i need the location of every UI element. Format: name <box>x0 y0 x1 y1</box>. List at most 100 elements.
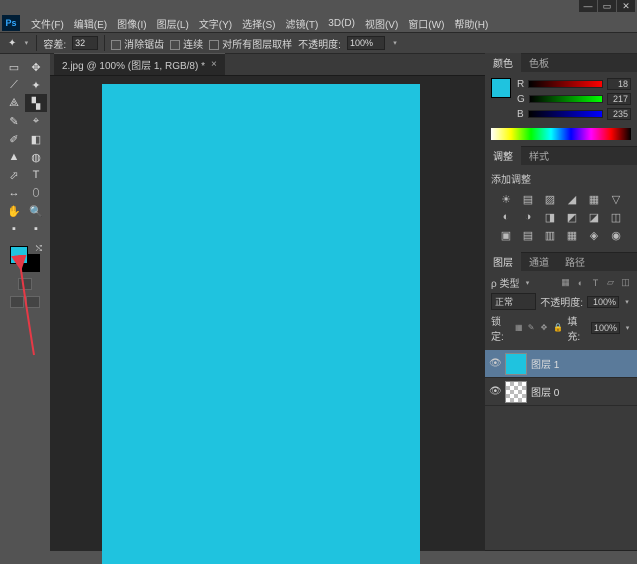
r-value[interactable]: 18 <box>607 78 631 90</box>
opacity-input[interactable] <box>347 36 385 50</box>
tool-spot-heal[interactable]: ✎ <box>3 112 25 130</box>
adjustment-icon-3[interactable]: ◢ <box>564 192 580 206</box>
tool-shape[interactable]: 🔍 <box>25 202 47 220</box>
tool-blur[interactable]: ⬀ <box>3 166 25 184</box>
swap-colors-icon[interactable]: ⤭ <box>36 244 42 254</box>
close-button[interactable]: ✕ <box>617 0 635 12</box>
tool-history-brush[interactable]: ◧ <box>25 130 47 148</box>
color-swatch[interactable]: ⤭ <box>10 246 40 272</box>
tool-zoom[interactable]: ▪ <box>25 220 47 238</box>
tool-brush[interactable]: ⌖ <box>25 112 47 130</box>
blend-mode-dropdown[interactable]: 正常 <box>491 293 536 310</box>
tab-paths[interactable]: 路径 <box>557 252 593 271</box>
menu-layer[interactable]: 图层(L) <box>152 16 194 31</box>
tool-move[interactable]: ▭ <box>3 58 25 76</box>
quickmask-button[interactable] <box>18 278 32 290</box>
g-value[interactable]: 217 <box>607 93 631 105</box>
adjustment-icon-11[interactable]: ◫ <box>608 210 624 224</box>
layer-thumbnail[interactable] <box>505 353 527 375</box>
filter-shape-icon[interactable]: ▱ <box>605 277 616 288</box>
layer-opacity-dd[interactable]: ▾ <box>623 296 631 308</box>
layer-thumbnail[interactable] <box>505 381 527 403</box>
screen-mode-button[interactable] <box>10 296 24 308</box>
filter-smart-icon[interactable]: ◫ <box>620 277 631 288</box>
menu-select[interactable]: 选择(S) <box>237 16 280 31</box>
filter-adjust-icon[interactable]: ◐ <box>575 277 586 288</box>
tab-adjustments[interactable]: 调整 <box>485 146 521 165</box>
layer-row[interactable]: 👁图层 1 <box>485 350 637 378</box>
adjustment-icon-7[interactable]: ◑ <box>520 210 536 224</box>
filter-type-icon[interactable]: T <box>590 277 601 288</box>
adjustment-icon-5[interactable]: ▽ <box>608 192 624 206</box>
lock-position-icon[interactable]: ✥ <box>541 323 550 333</box>
adjustment-icon-6[interactable]: ◐ <box>498 210 514 224</box>
adjustment-icon-8[interactable]: ◨ <box>542 210 558 224</box>
tool-clone[interactable]: ✐ <box>3 130 25 148</box>
tool-lasso[interactable]: ⟋ <box>3 76 25 94</box>
tool-hand[interactable]: ▪ <box>3 220 25 238</box>
adjustment-icon-15[interactable]: ▦ <box>564 228 580 242</box>
adjustment-icon-14[interactable]: ▥ <box>542 228 558 242</box>
lock-pixels-icon[interactable]: ✎ <box>528 323 537 333</box>
tool-magic-wand[interactable]: ✦ <box>25 76 47 94</box>
g-slider[interactable] <box>529 95 603 103</box>
visibility-icon[interactable]: 👁 <box>489 358 501 369</box>
menu-3d[interactable]: 3D(D) <box>323 18 360 29</box>
color-picker-swatch[interactable] <box>491 78 511 98</box>
tool-rect-marquee[interactable]: ✥ <box>25 58 47 76</box>
b-value[interactable]: 235 <box>607 108 631 120</box>
tool-preset-dropdown[interactable]: ▾ <box>22 37 30 49</box>
b-slider[interactable] <box>528 110 603 118</box>
opacity-dropdown[interactable]: ▾ <box>391 37 399 49</box>
adjustment-icon-0[interactable]: ☀ <box>498 192 514 206</box>
tolerance-input[interactable] <box>72 36 98 50</box>
tab-color[interactable]: 颜色 <box>485 53 521 72</box>
tool-eraser[interactable]: ▲ <box>3 148 25 166</box>
tab-channels[interactable]: 通道 <box>521 252 557 271</box>
maximize-button[interactable]: ▭ <box>598 0 616 12</box>
adjustment-icon-1[interactable]: ▤ <box>520 192 536 206</box>
adjustment-icon-9[interactable]: ◩ <box>564 210 580 224</box>
minimize-button[interactable]: — <box>579 0 597 12</box>
foreground-color[interactable] <box>10 246 28 264</box>
lock-all-icon[interactable]: 🔒 <box>553 323 563 333</box>
visibility-icon[interactable]: 👁 <box>489 386 501 397</box>
tab-swatches[interactable]: 色板 <box>521 53 557 72</box>
tool-pen[interactable]: ↔ <box>3 184 25 202</box>
adjustment-icon-17[interactable]: ◉ <box>608 228 624 242</box>
layer-kind-dropdown[interactable]: ▾ <box>523 277 531 289</box>
tool-dodge[interactable]: T <box>25 166 47 184</box>
layer-row[interactable]: 👁图层 0 <box>485 378 637 406</box>
menu-window[interactable]: 窗口(W) <box>403 16 449 31</box>
r-slider[interactable] <box>528 80 603 88</box>
all-layers-checkbox[interactable] <box>209 40 219 50</box>
filter-pixel-icon[interactable]: ▦ <box>560 277 571 288</box>
color-spectrum[interactable] <box>491 128 631 140</box>
adjustment-icon-12[interactable]: ▣ <box>498 228 514 242</box>
menu-type[interactable]: 文字(Y) <box>194 16 237 31</box>
tool-eyedropper[interactable]: ▚ <box>25 94 47 112</box>
fill-value[interactable]: 100% <box>591 322 620 334</box>
tool-crop[interactable]: ⟁ <box>3 94 25 112</box>
adjustment-icon-13[interactable]: ▤ <box>520 228 536 242</box>
adjustment-icon-4[interactable]: ▦ <box>586 192 602 206</box>
close-tab-icon[interactable]: × <box>211 59 217 70</box>
menu-edit[interactable]: 编辑(E) <box>69 16 112 31</box>
menu-file[interactable]: 文件(F) <box>26 16 69 31</box>
adjustment-icon-16[interactable]: ◈ <box>586 228 602 242</box>
adjustment-icon-10[interactable]: ◪ <box>586 210 602 224</box>
lock-transparent-icon[interactable]: ▦ <box>515 323 524 333</box>
menu-view[interactable]: 视图(V) <box>360 16 403 31</box>
tab-styles[interactable]: 样式 <box>521 146 557 165</box>
screen-mode-2-button[interactable] <box>26 296 40 308</box>
canvas[interactable] <box>102 84 420 564</box>
adjustment-icon-2[interactable]: ▨ <box>542 192 558 206</box>
contiguous-checkbox[interactable] <box>170 40 180 50</box>
document-tab[interactable]: 2.jpg @ 100% (图层 1, RGB/8) * × <box>54 53 225 75</box>
tool-path-select[interactable]: ✋ <box>3 202 25 220</box>
tab-layers[interactable]: 图层 <box>485 252 521 271</box>
menu-filter[interactable]: 滤镜(T) <box>281 16 324 31</box>
layer-opacity-value[interactable]: 100% <box>587 296 619 308</box>
tool-gradient[interactable]: ◍ <box>25 148 47 166</box>
antialias-checkbox[interactable] <box>111 40 121 50</box>
